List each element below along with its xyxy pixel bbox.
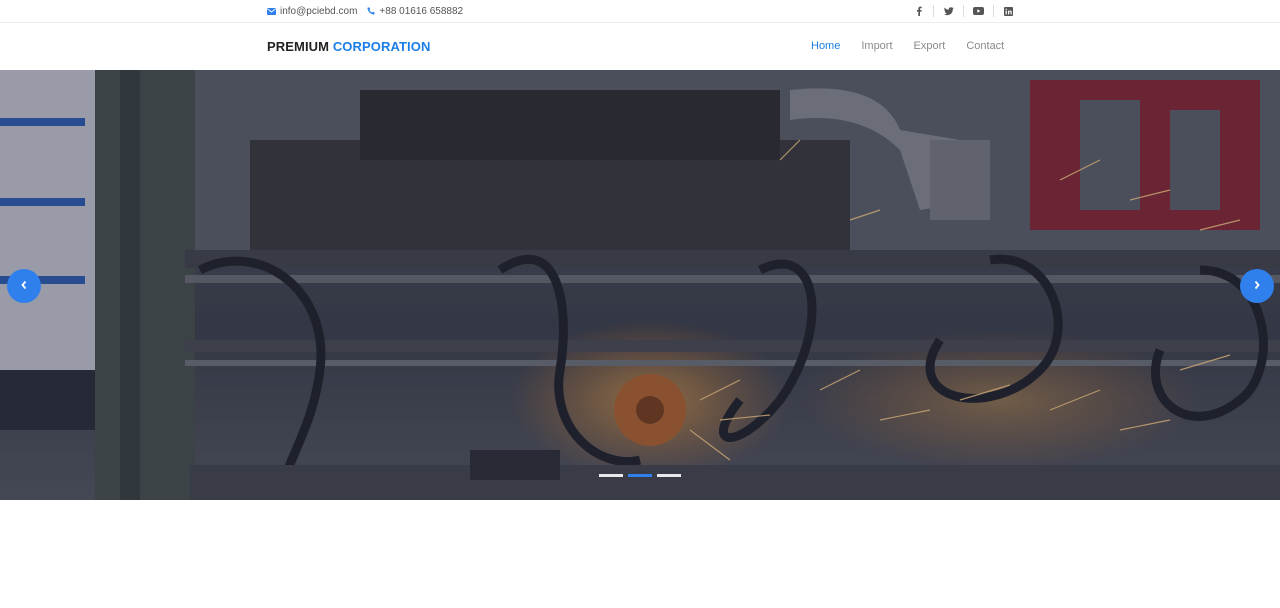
main-menu: Home Import Export Contact (811, 40, 1004, 52)
menu-item-export[interactable]: Export (914, 40, 946, 52)
youtube-icon[interactable] (963, 5, 993, 17)
slider-dot-2[interactable] (628, 474, 652, 477)
menu-item-import[interactable]: Import (861, 40, 892, 52)
email-text: info@pciebd.com (280, 5, 358, 17)
phone-link[interactable]: +88 01616 658882 (367, 6, 463, 17)
twitter-icon[interactable] (933, 5, 963, 17)
slider-dot-1[interactable] (599, 474, 623, 477)
social-links (904, 0, 1023, 22)
hero-overlay (0, 70, 1280, 500)
chevron-right-icon (1253, 277, 1261, 295)
facebook-icon[interactable] (904, 5, 933, 17)
slider-dot-3[interactable] (657, 474, 681, 477)
brand-name-part2: CORPORATION (332, 39, 431, 54)
slider-next-button[interactable] (1240, 269, 1274, 303)
email-link[interactable]: info@pciebd.com (267, 6, 357, 17)
phone-text: +88 01616 658882 (379, 5, 464, 17)
menu-item-contact[interactable]: Contact (966, 40, 1004, 52)
brand-name-part1: PREMIUM (267, 39, 330, 54)
envelope-icon (267, 7, 276, 15)
main-navbar: PREMIUM CORPORATION Home Import Export C… (0, 23, 1280, 70)
brand-logo[interactable]: PREMIUM CORPORATION (267, 39, 430, 54)
menu-item-home[interactable]: Home (811, 40, 840, 52)
slider-indicators (599, 474, 681, 477)
contact-info: info@pciebd.com +88 01616 658882 (267, 0, 463, 22)
chevron-left-icon (20, 277, 28, 295)
hero-slider (0, 70, 1280, 500)
slider-prev-button[interactable] (7, 269, 41, 303)
linkedin-icon[interactable] (993, 5, 1023, 17)
phone-icon (367, 7, 375, 15)
top-bar: info@pciebd.com +88 01616 658882 (0, 0, 1280, 23)
